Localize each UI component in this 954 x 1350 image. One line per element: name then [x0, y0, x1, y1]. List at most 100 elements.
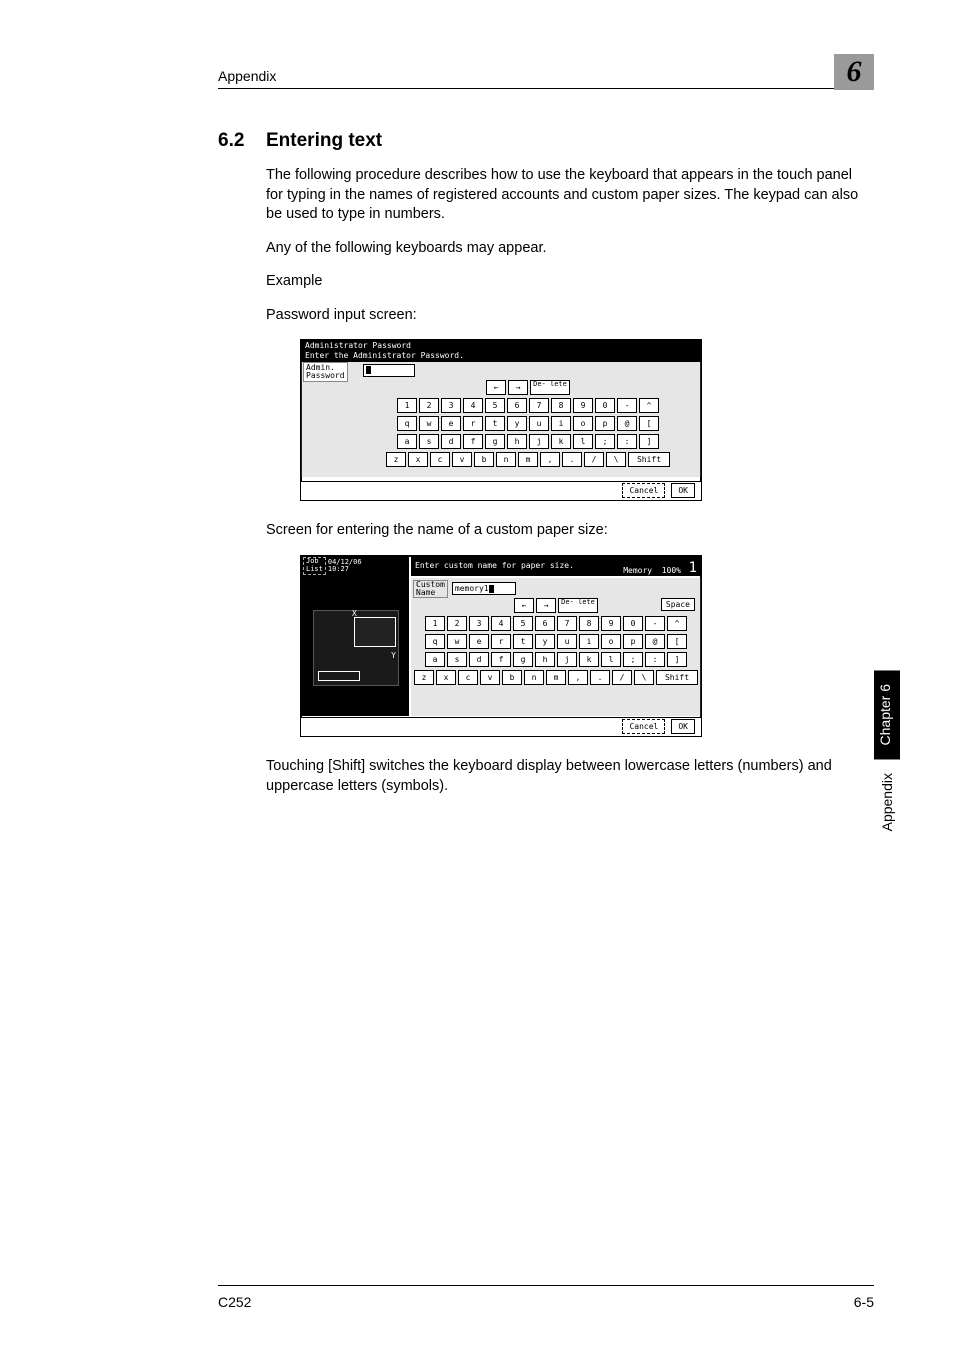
key-6[interactable]: 6	[507, 398, 527, 413]
key-.[interactable]: .	[590, 670, 610, 685]
key-i[interactable]: i	[551, 416, 571, 431]
key-[[interactable]: [	[639, 416, 659, 431]
key-1[interactable]: 1	[397, 398, 417, 413]
key-h[interactable]: h	[535, 652, 555, 667]
key-j[interactable]: j	[557, 652, 577, 667]
key-f[interactable]: f	[491, 652, 511, 667]
nav-left-key[interactable]: ←	[514, 598, 534, 613]
key-v[interactable]: v	[452, 452, 472, 467]
key-a[interactable]: a	[397, 434, 417, 449]
key-\[interactable]: \	[606, 452, 626, 467]
nav-right-key[interactable]: →	[508, 380, 528, 395]
ok-button[interactable]: OK	[671, 719, 695, 734]
key-7[interactable]: 7	[529, 398, 549, 413]
key--[interactable]: -	[617, 398, 637, 413]
key-c[interactable]: c	[430, 452, 450, 467]
key-9[interactable]: 9	[601, 616, 621, 631]
key-,[interactable]: ,	[540, 452, 560, 467]
custom-name-input[interactable]: memory1	[452, 582, 516, 595]
key-2[interactable]: 2	[419, 398, 439, 413]
key-o[interactable]: o	[601, 634, 621, 649]
space-key[interactable]: Space	[661, 598, 695, 611]
key-:[interactable]: :	[645, 652, 665, 667]
key-4[interactable]: 4	[463, 398, 483, 413]
key-x[interactable]: x	[436, 670, 456, 685]
key-z[interactable]: z	[386, 452, 406, 467]
key-@[interactable]: @	[645, 634, 665, 649]
key-g[interactable]: g	[513, 652, 533, 667]
ok-button[interactable]: OK	[671, 483, 695, 498]
nav-right-key[interactable]: →	[536, 598, 556, 613]
key-5[interactable]: 5	[513, 616, 533, 631]
key-][interactable]: ]	[667, 652, 687, 667]
nav-left-key[interactable]: ←	[486, 380, 506, 395]
key-n[interactable]: n	[524, 670, 544, 685]
delete-key[interactable]: De- lete	[530, 380, 570, 395]
key-z[interactable]: z	[414, 670, 434, 685]
key-p[interactable]: p	[623, 634, 643, 649]
key-p[interactable]: p	[595, 416, 615, 431]
key-t[interactable]: t	[513, 634, 533, 649]
key-g[interactable]: g	[485, 434, 505, 449]
key-r[interactable]: r	[463, 416, 483, 431]
key-d[interactable]: d	[441, 434, 461, 449]
delete-key[interactable]: De- lete	[558, 598, 598, 613]
cancel-button[interactable]: Cancel	[622, 719, 665, 734]
key-q[interactable]: q	[425, 634, 445, 649]
key-k[interactable]: k	[579, 652, 599, 667]
cancel-button[interactable]: Cancel	[622, 483, 665, 498]
key-m[interactable]: m	[546, 670, 566, 685]
key-w[interactable]: w	[419, 416, 439, 431]
key-8[interactable]: 8	[579, 616, 599, 631]
key-8[interactable]: 8	[551, 398, 571, 413]
key-3[interactable]: 3	[469, 616, 489, 631]
key-;[interactable]: ;	[595, 434, 615, 449]
key-e[interactable]: e	[441, 416, 461, 431]
key-f[interactable]: f	[463, 434, 483, 449]
key-j[interactable]: j	[529, 434, 549, 449]
key-t[interactable]: t	[485, 416, 505, 431]
shift-key[interactable]: Shift	[628, 452, 670, 467]
key-[[interactable]: [	[667, 634, 687, 649]
key-r[interactable]: r	[491, 634, 511, 649]
job-list-button[interactable]: Job List	[303, 557, 326, 574]
key-v[interactable]: v	[480, 670, 500, 685]
key-3[interactable]: 3	[441, 398, 461, 413]
key-7[interactable]: 7	[557, 616, 577, 631]
key-u[interactable]: u	[557, 634, 577, 649]
shift-key[interactable]: Shift	[656, 670, 698, 685]
key-s[interactable]: s	[419, 434, 439, 449]
key-x[interactable]: x	[408, 452, 428, 467]
key-d[interactable]: d	[469, 652, 489, 667]
key-q[interactable]: q	[397, 416, 417, 431]
key-2[interactable]: 2	[447, 616, 467, 631]
key-o[interactable]: o	[573, 416, 593, 431]
key-e[interactable]: e	[469, 634, 489, 649]
key-@[interactable]: @	[617, 416, 637, 431]
key-b[interactable]: b	[474, 452, 494, 467]
key-y[interactable]: y	[507, 416, 527, 431]
key-l[interactable]: l	[601, 652, 621, 667]
key-k[interactable]: k	[551, 434, 571, 449]
key-^[interactable]: ^	[639, 398, 659, 413]
key-0[interactable]: 0	[595, 398, 615, 413]
key-w[interactable]: w	[447, 634, 467, 649]
key-l[interactable]: l	[573, 434, 593, 449]
key-b[interactable]: b	[502, 670, 522, 685]
key-a[interactable]: a	[425, 652, 445, 667]
key-4[interactable]: 4	[491, 616, 511, 631]
key-m[interactable]: m	[518, 452, 538, 467]
key-9[interactable]: 9	[573, 398, 593, 413]
fig1-input[interactable]	[363, 364, 415, 377]
key-5[interactable]: 5	[485, 398, 505, 413]
key-/[interactable]: /	[612, 670, 632, 685]
key-1[interactable]: 1	[425, 616, 445, 631]
key-0[interactable]: 0	[623, 616, 643, 631]
key-u[interactable]: u	[529, 416, 549, 431]
key-\[interactable]: \	[634, 670, 654, 685]
key-n[interactable]: n	[496, 452, 516, 467]
key-h[interactable]: h	[507, 434, 527, 449]
key-][interactable]: ]	[639, 434, 659, 449]
key-;[interactable]: ;	[623, 652, 643, 667]
key-6[interactable]: 6	[535, 616, 555, 631]
